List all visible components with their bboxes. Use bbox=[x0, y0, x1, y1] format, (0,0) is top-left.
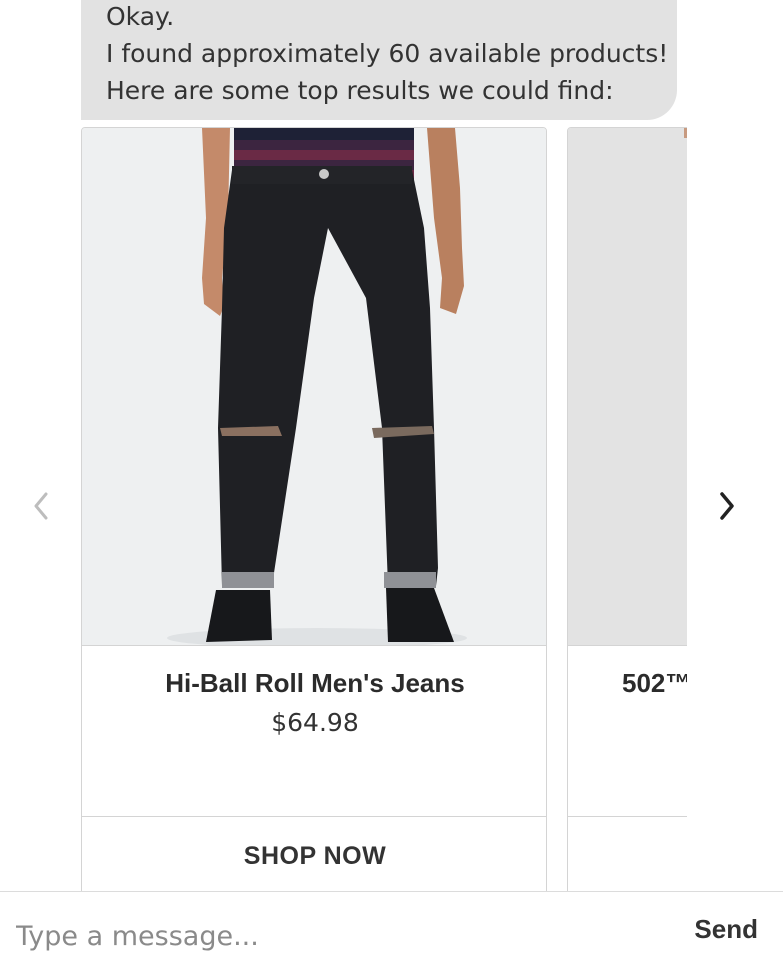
shop-now-button[interactable]: SHOP NOW bbox=[82, 817, 546, 891]
product-price: $64.98 bbox=[271, 708, 359, 737]
message-input[interactable] bbox=[0, 902, 660, 970]
product-card[interactable]: Hi-Ball Roll Men's Jeans $64.98 SHOP NOW bbox=[81, 127, 547, 891]
carousel-track[interactable]: Hi-Ball Roll Men's Jeans $64.98 SHOP NOW… bbox=[81, 126, 687, 891]
product-card[interactable]: 502™ bbox=[567, 127, 687, 891]
jeans-photo bbox=[82, 128, 546, 645]
product-title: Hi-Ball Roll Men's Jeans bbox=[165, 668, 465, 698]
shop-now-label: SHOP NOW bbox=[243, 842, 387, 870]
send-button[interactable]: Send bbox=[694, 914, 758, 945]
carousel-prev-button[interactable] bbox=[26, 486, 56, 526]
product-photo bbox=[568, 128, 687, 645]
chevron-left-icon bbox=[34, 492, 48, 520]
chevron-right-icon bbox=[720, 492, 734, 520]
chat-window: Okay. I found approximately 60 available… bbox=[0, 0, 783, 979]
shop-now-button[interactable] bbox=[568, 817, 687, 891]
message-line: I found approximately 60 available produ… bbox=[106, 39, 669, 68]
bot-message-bubble: Okay. I found approximately 60 available… bbox=[81, 0, 677, 120]
message-composer: Send bbox=[0, 891, 783, 979]
product-image[interactable] bbox=[568, 128, 687, 646]
product-title: 502™ bbox=[622, 668, 687, 698]
product-image[interactable] bbox=[82, 128, 546, 646]
message-line: Okay. bbox=[106, 2, 175, 31]
message-line: Here are some top results we could find: bbox=[106, 76, 614, 105]
carousel-next-button[interactable] bbox=[712, 486, 742, 526]
product-info: 502™ bbox=[568, 646, 687, 817]
product-carousel: Hi-Ball Roll Men's Jeans $64.98 SHOP NOW… bbox=[0, 126, 783, 891]
product-info: Hi-Ball Roll Men's Jeans $64.98 bbox=[82, 646, 546, 817]
